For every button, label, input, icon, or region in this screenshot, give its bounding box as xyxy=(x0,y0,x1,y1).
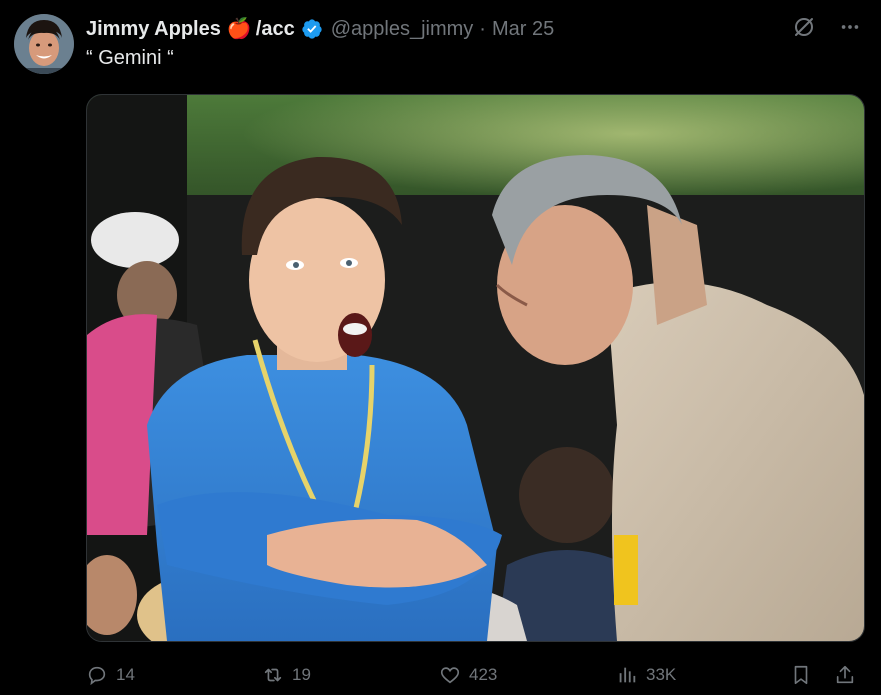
separator-dot: · xyxy=(479,17,486,40)
reply-icon xyxy=(88,666,106,686)
tweet-text: “ Gemini “ xyxy=(86,47,174,69)
views-icon xyxy=(619,667,636,683)
share-icon xyxy=(836,665,854,684)
share-button[interactable] xyxy=(834,660,856,690)
author-handle[interactable]: @apples_jimmy xyxy=(331,18,474,41)
bookmark-button[interactable] xyxy=(790,660,812,690)
bookmark-icon xyxy=(794,665,808,685)
author-name-suffix[interactable]: /acc xyxy=(256,18,295,41)
repost-icon xyxy=(264,668,282,682)
tweet-header: Jimmy Apples 🍎 /acc @apples_jimmy · Mar … xyxy=(86,14,554,44)
tweet: Jimmy Apples 🍎 /acc @apples_jimmy · Mar … xyxy=(0,0,881,695)
tweet-photo[interactable] xyxy=(86,94,865,642)
like-button[interactable]: 423 xyxy=(439,660,497,690)
repost-count: 19 xyxy=(292,665,311,684)
author-name[interactable]: Jimmy Apples xyxy=(86,18,221,41)
views-count: 33K xyxy=(646,665,677,684)
like-count: 423 xyxy=(469,665,498,684)
top-icons xyxy=(791,14,863,40)
like-icon xyxy=(440,667,460,684)
reply-button[interactable]: 14 xyxy=(86,660,135,690)
apple-emoji: 🍎 xyxy=(226,18,252,40)
grok-icon[interactable] xyxy=(791,14,817,40)
tweet-actions: 14 19 423 33K xyxy=(86,660,863,690)
tweet-date[interactable]: Mar 25 xyxy=(492,18,554,41)
reply-count: 14 xyxy=(116,665,135,684)
repost-button[interactable]: 19 xyxy=(262,660,311,690)
verified-badge-icon[interactable] xyxy=(301,18,323,40)
views-button[interactable]: 33K xyxy=(616,660,676,690)
more-icon[interactable] xyxy=(837,14,863,40)
avatar[interactable] xyxy=(14,14,74,74)
